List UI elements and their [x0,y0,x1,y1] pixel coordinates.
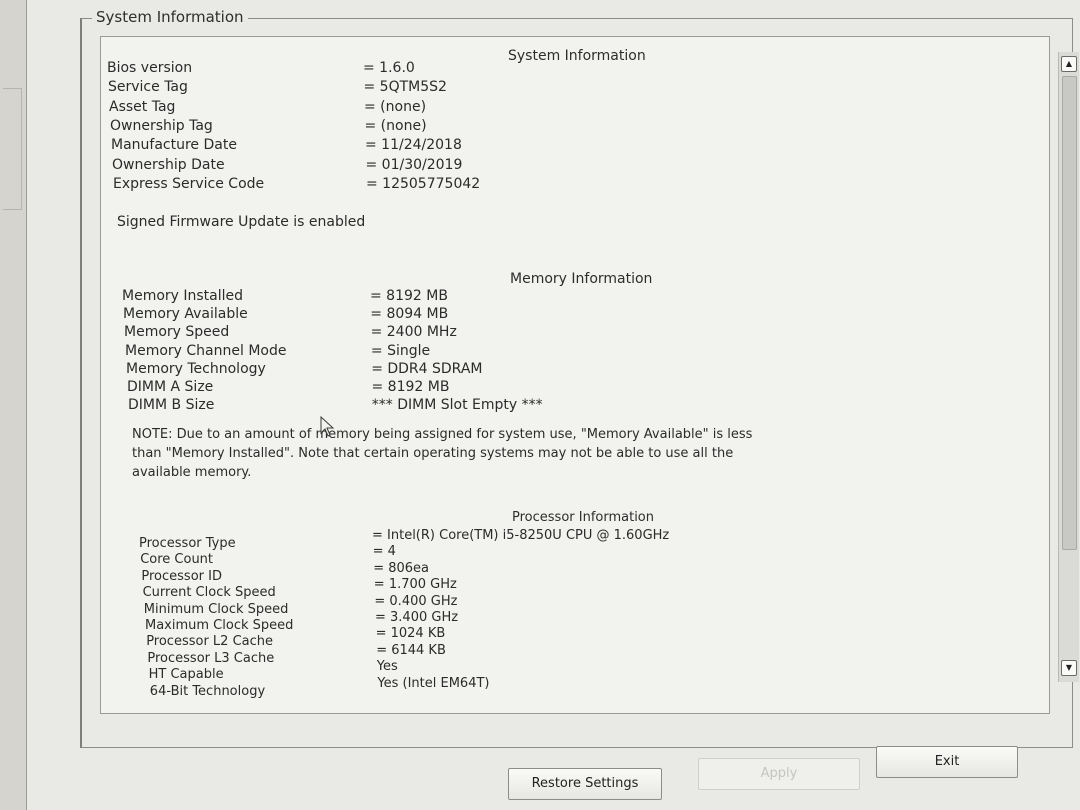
info-value: = (none) [364,98,427,115]
info-label: Core Count [140,552,214,568]
info-value: = Single [370,342,431,359]
info-label: Memory Available [123,306,248,323]
info-label: Minimum Clock Speed [143,601,289,617]
info-value: = DDR4 SDRAM [371,360,483,377]
memory-note-line-2: than "Memory Installed". Note that certa… [132,446,734,461]
signed-firmware-status: Signed Firmware Update is enabled [117,214,366,230]
info-value: = Intel(R) Core(TM) i5-8250U CPU @ 1.60G… [372,528,670,543]
info-value: = 8192 MB [370,288,448,304]
memory-note: NOTE: Due to an amount of memory being a… [132,425,752,482]
info-label: Maximum Clock Speed [145,618,294,633]
info-value: = 8192 MB [371,379,450,395]
info-label: Processor Type [139,536,236,551]
info-value: Yes [376,659,398,675]
info-label: Asset Tag [109,98,176,115]
info-value: = 1.700 GHz [373,577,457,593]
info-label: Processor L2 Cache [146,634,274,650]
info-label: Ownership Tag [110,117,213,134]
groupbox-title: System Information [92,8,248,26]
info-value: = 8094 MB [370,306,449,323]
info-label: Ownership Date [112,156,225,173]
info-label: Memory Installed [122,288,244,304]
scroll-up-arrow-icon[interactable]: ▲ [1061,56,1077,72]
info-value: = 4 [372,544,396,560]
info-value: = 6144 KB [376,642,446,658]
left-panel-notch [3,88,22,210]
info-value: = 2400 MHz [370,324,457,341]
info-label: Express Service Code [113,175,265,192]
scrollbar-thumb[interactable] [1062,76,1077,550]
info-value: Yes (Intel EM64T) [377,675,490,691]
scroll-down-arrow-icon[interactable]: ▼ [1061,660,1077,676]
info-label: Memory Technology [126,360,266,377]
info-value: = 01/30/2019 [365,156,463,173]
memory-note-line-3: available memory. [132,465,252,480]
info-label: DIMM B Size [128,397,215,414]
exit-button[interactable]: Exit [876,746,1018,778]
info-label: Bios version [107,60,193,76]
vertical-scrollbar[interactable]: ▲ ▼ [1058,52,1079,682]
info-value: = 0.400 GHz [374,593,458,609]
info-value: = 806ea [373,560,429,576]
processor-section-title: Processor Information [512,510,654,525]
info-value: = 11/24/2018 [365,137,462,154]
info-label: Processor L3 Cache [147,650,275,666]
info-value: *** DIMM Slot Empty *** [371,397,543,414]
info-label: 64-Bit Technology [149,683,266,699]
apply-button[interactable]: Apply [698,758,860,790]
info-value: = 3.400 GHz [375,610,459,625]
info-value: = 1.6.0 [363,60,415,76]
info-value: = 12505775042 [366,175,481,192]
info-label: HT Capable [148,667,224,683]
left-panel-edge [0,0,27,810]
info-label: Processor ID [141,568,222,584]
memory-section-title: Memory Information [510,271,653,287]
info-label: Manufacture Date [111,137,237,154]
info-label: Current Clock Speed [142,585,276,601]
info-label: Memory Speed [124,324,230,341]
info-label: Service Tag [108,79,188,96]
system-section-title: System Information [508,48,646,64]
info-label: Memory Channel Mode [125,342,287,359]
info-value: = (none) [364,117,427,134]
info-value: = 5QTM5S2 [363,79,447,96]
memory-note-line-1: NOTE: Due to an amount of memory being a… [132,427,753,442]
info-value: = 1024 KB [375,626,446,642]
info-label: DIMM A Size [127,379,214,395]
restore-settings-button[interactable]: Restore Settings [508,768,662,800]
